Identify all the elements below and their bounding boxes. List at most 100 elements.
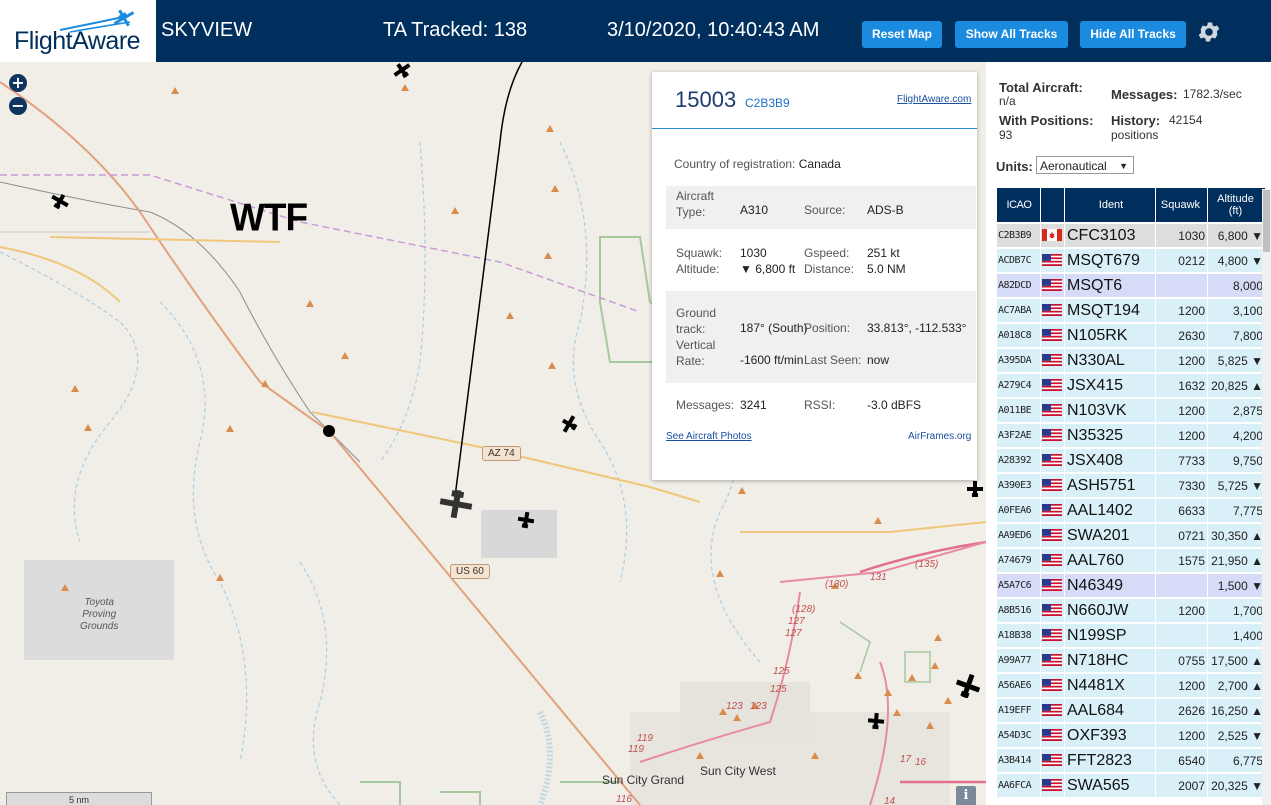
- ident-cell: N4481X: [1065, 674, 1155, 697]
- info-icon[interactable]: i: [956, 786, 976, 805]
- flag-column-header: [1041, 188, 1064, 222]
- table-row[interactable]: AA6FCA SWA565 2007 20,325 ▼: [997, 774, 1265, 797]
- squawk-cell: 1200: [1156, 349, 1207, 372]
- distance-value: 5.0 NM: [867, 262, 906, 276]
- us-flag-icon: [1042, 304, 1062, 317]
- svg-text:125: 125: [773, 666, 790, 677]
- squawk-cell: [1156, 574, 1207, 597]
- history-value: 42154: [1169, 113, 1203, 127]
- gspeed-label: Gspeed:: [804, 246, 850, 260]
- hide-all-tracks-button[interactable]: Hide All Tracks: [1080, 21, 1186, 48]
- table-row[interactable]: A279C4 JSX415 1632 20,825 ▲: [997, 374, 1265, 397]
- table-row[interactable]: ACDB7C MSQT679 0212 4,800 ▼: [997, 249, 1265, 272]
- squawk-cell: 1200: [1156, 399, 1207, 422]
- table-row[interactable]: A395DA N330AL 1200 5,825 ▼: [997, 349, 1265, 372]
- ident-cell: AAL684: [1065, 699, 1155, 722]
- ground-track-value: 187° (South): [740, 321, 808, 335]
- table-row[interactable]: A99A77 N718HC 0755 17,500 ▲: [997, 649, 1265, 672]
- squawk-cell: 2626: [1156, 699, 1207, 722]
- flag-cell: [1041, 374, 1064, 397]
- icao-cell: A74679: [997, 549, 1040, 572]
- table-header-row: ICAO Ident Squawk Altitude (ft): [997, 188, 1265, 222]
- history-unit: positions: [1111, 128, 1159, 142]
- reset-map-button[interactable]: Reset Map: [862, 21, 942, 48]
- flag-cell: [1041, 424, 1064, 447]
- units-select[interactable]: Aeronautical ▼: [1036, 156, 1134, 174]
- table-row[interactable]: A18B38 N199SP 1,400: [997, 624, 1265, 647]
- flag-cell: [1041, 299, 1064, 322]
- svg-text:127: 127: [785, 628, 802, 639]
- table-row[interactable]: A54D3C OXF393 1200 2,525 ▼: [997, 724, 1265, 747]
- airframes-link[interactable]: AirFrames.org: [908, 431, 971, 442]
- scrollbar-thumb[interactable]: [1263, 190, 1270, 252]
- table-row[interactable]: A390E3 ASH5751 7330 5,725 ▼: [997, 474, 1265, 497]
- table-row[interactable]: A56AE6 N4481X 1200 2,700 ▲: [997, 674, 1265, 697]
- tracked-count: TA Tracked: 138: [383, 19, 528, 41]
- ident-cell: SWA565: [1065, 774, 1155, 797]
- aircraft-photos-link[interactable]: See Aircraft Photos: [666, 431, 752, 442]
- show-all-tracks-button[interactable]: Show All Tracks: [955, 21, 1068, 48]
- altitude-column-header[interactable]: Altitude (ft): [1208, 188, 1265, 222]
- ident-cell: MSQT679: [1065, 249, 1155, 272]
- flag-cell: [1041, 349, 1064, 372]
- altitude-value: ▼ 6,800 ft: [740, 262, 796, 276]
- scrollbar-track[interactable]: [1262, 189, 1271, 805]
- us-flag-icon: [1042, 504, 1062, 517]
- ident-cell: SWA201: [1065, 524, 1155, 547]
- zoom-out-button[interactable]: −: [9, 97, 27, 115]
- position-label: Position:: [804, 321, 851, 335]
- table-row[interactable]: AC7ABA MSQT194 1200 3,100: [997, 299, 1265, 322]
- ident-column-header[interactable]: Ident: [1065, 188, 1155, 222]
- table-row[interactable]: A5A7C6 N46349 1,500 ▼: [997, 574, 1265, 597]
- flightaware-logo[interactable]: FlightAware: [0, 0, 156, 62]
- messages-rate-label: Messages:: [1111, 87, 1178, 102]
- rssi-value: -3.0 dBFS: [867, 398, 922, 412]
- table-row[interactable]: A018C8 N105RK 2630 7,800: [997, 324, 1265, 347]
- table-row[interactable]: A82DCD MSQT6 8,000: [997, 274, 1265, 297]
- altitude-cell: 1,700: [1208, 599, 1265, 622]
- icao-cell: A54D3C: [997, 724, 1040, 747]
- svg-text:14: 14: [884, 796, 896, 805]
- table-row[interactable]: A0FEA6 AAL1402 6633 7,775: [997, 499, 1265, 522]
- table-row[interactable]: A3F2AE N35325 1200 4,200: [997, 424, 1265, 447]
- flag-cell: [1041, 524, 1064, 547]
- us-flag-icon: [1042, 354, 1062, 367]
- table-row[interactable]: A3B414 FFT2823 6540 6,775: [997, 749, 1265, 772]
- squawk-cell: 1200: [1156, 599, 1207, 622]
- table-row[interactable]: A28392 JSX408 7733 9,750: [997, 449, 1265, 472]
- squawk-column-header[interactable]: Squawk: [1156, 188, 1207, 222]
- table-row[interactable]: AA9ED6 SWA201 0721 30,350 ▲: [997, 524, 1265, 547]
- us-flag-icon: [1042, 779, 1062, 792]
- table-row[interactable]: A19EFF AAL684 2626 16,250 ▲: [997, 699, 1265, 722]
- altitude-cell: 5,725 ▼: [1208, 474, 1265, 497]
- altitude-cell: 9,750: [1208, 449, 1265, 472]
- flightaware-link[interactable]: FlightAware.com: [897, 94, 971, 105]
- svg-text:(135): (135): [915, 559, 938, 570]
- table-row[interactable]: A74679 AAL760 1575 21,950 ▲: [997, 549, 1265, 572]
- table-row[interactable]: A8B516 N660JW 1200 1,700: [997, 599, 1265, 622]
- squawk-cell: [1156, 274, 1207, 297]
- altitude-header-text: Altitude: [1217, 193, 1254, 205]
- icao-cell: A56AE6: [997, 674, 1040, 697]
- registration: 15003: [675, 87, 737, 112]
- ident-cell: MSQT194: [1065, 299, 1155, 322]
- messages-label: Messages:: [676, 398, 735, 412]
- squawk-cell: 7330: [1156, 474, 1207, 497]
- logo-text: FlightAware: [14, 27, 141, 55]
- ident-cell: N330AL: [1065, 349, 1155, 372]
- icao-column-header[interactable]: ICAO: [997, 188, 1040, 222]
- aircraft-detail-popup: 15003 C2B3B9 FlightAware.com Country of …: [652, 72, 977, 480]
- ident-cell: FFT2823: [1065, 749, 1155, 772]
- gear-icon[interactable]: [1196, 19, 1222, 45]
- aircraft-table: ICAO Ident Squawk Altitude (ft) C2B3B9 CF…: [996, 186, 1266, 799]
- table-row[interactable]: A011BE N103VK 1200 2,875: [997, 399, 1265, 422]
- table-row[interactable]: C2B3B9 CFC3103 1030 6,800 ▼: [997, 224, 1265, 247]
- flag-cell: [1041, 724, 1064, 747]
- source-label: Source:: [804, 203, 846, 217]
- messages-value: 3241: [740, 398, 767, 412]
- ident-cell: N35325: [1065, 424, 1155, 447]
- units-label: Units:: [996, 159, 1033, 174]
- squawk-cell: 2630: [1156, 324, 1207, 347]
- toyota-label: Toyota Proving Grounds: [80, 597, 119, 632]
- zoom-in-button[interactable]: +: [9, 74, 27, 92]
